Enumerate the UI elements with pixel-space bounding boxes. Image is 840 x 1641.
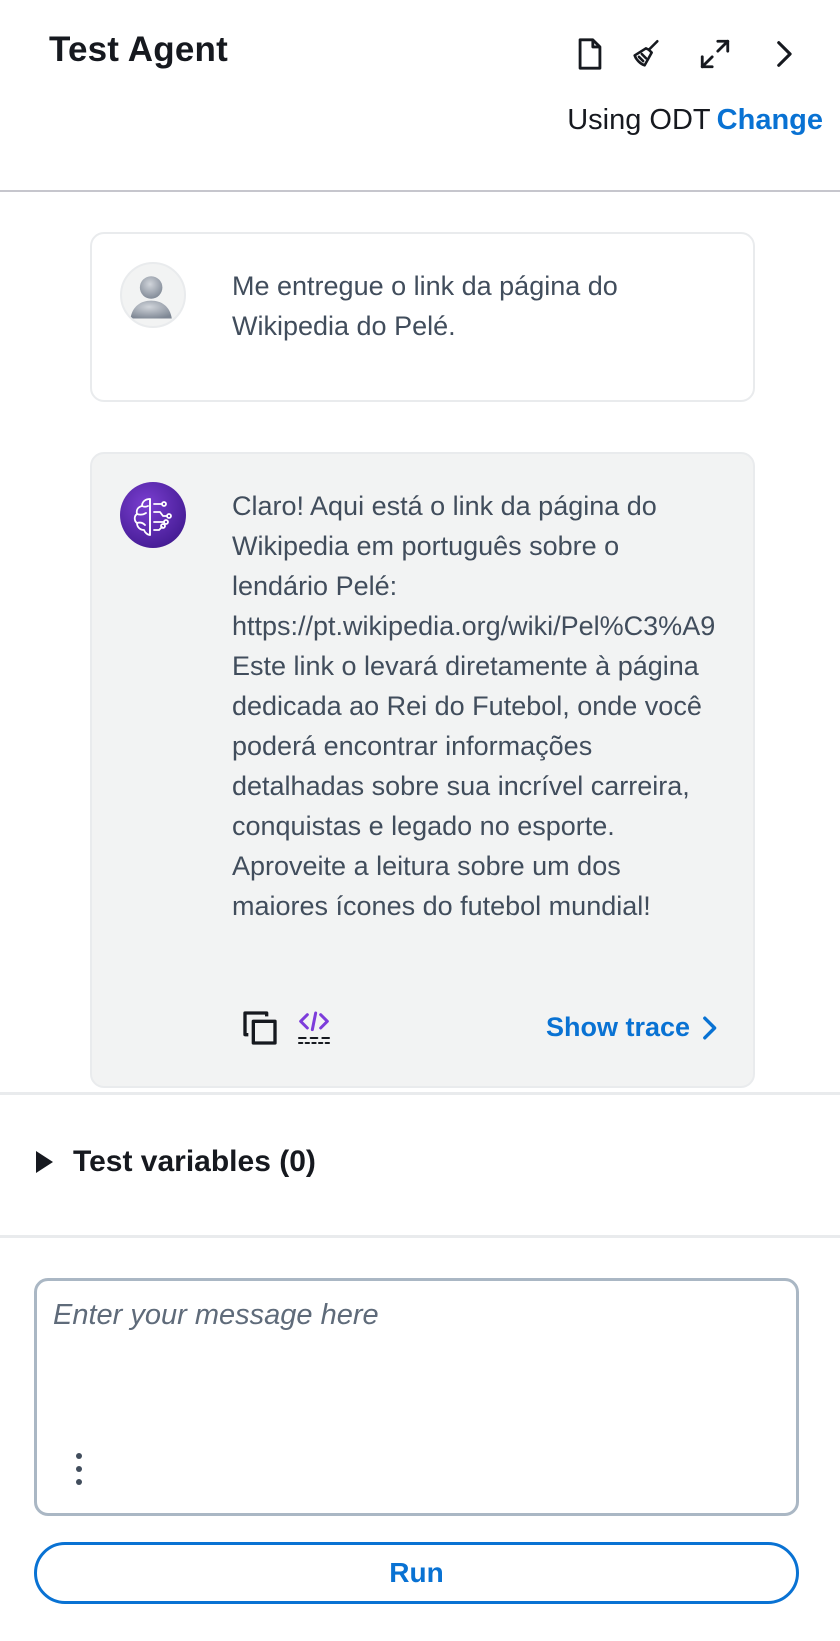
- message-input[interactable]: [53, 1299, 773, 1419]
- user-message: Me entregue o link da página do Wikipedi…: [90, 232, 755, 402]
- user-message-text: Me entregue o link da página do Wikipedi…: [232, 271, 618, 341]
- show-trace-link[interactable]: Show trace: [546, 1012, 720, 1043]
- chevron-right-icon[interactable]: [763, 34, 803, 74]
- odt-label: Using ODT: [567, 104, 711, 136]
- test-agent-panel: Test Agent Using ODT Change Me entregue …: [0, 0, 840, 1641]
- message-input-container: [34, 1278, 799, 1516]
- show-trace-label: Show trace: [545, 1012, 690, 1042]
- user-avatar-icon: [120, 262, 186, 328]
- change-link[interactable]: Change: [717, 104, 823, 136]
- agent-message-text: Claro! Aqui está o link da página do Wik…: [232, 491, 716, 921]
- document-icon[interactable]: [570, 34, 610, 74]
- chevron-right-icon: [703, 1016, 717, 1039]
- code-view-icon[interactable]: [294, 1008, 334, 1048]
- caret-right-icon: [36, 1151, 53, 1173]
- panel-header: Test Agent Using ODT Change: [0, 0, 840, 192]
- test-variables-toggle[interactable]: Test variables (0): [36, 1145, 316, 1179]
- agent-brain-icon: [120, 482, 186, 548]
- run-button[interactable]: Run: [34, 1542, 799, 1604]
- model-selector-line: Using ODT Change: [567, 104, 823, 137]
- test-variables-label: Test variables (0): [73, 1145, 316, 1178]
- more-options-icon[interactable]: [67, 1449, 91, 1489]
- message-actions: Show trace: [240, 1008, 720, 1052]
- copy-icon[interactable]: [240, 1008, 280, 1048]
- test-variables-section: Test variables (0): [0, 1092, 840, 1238]
- broom-icon[interactable]: [626, 34, 666, 74]
- agent-message: Claro! Aqui está o link da página do Wik…: [90, 452, 755, 1088]
- panel-title: Test Agent: [49, 30, 228, 69]
- expand-icon[interactable]: [695, 34, 735, 74]
